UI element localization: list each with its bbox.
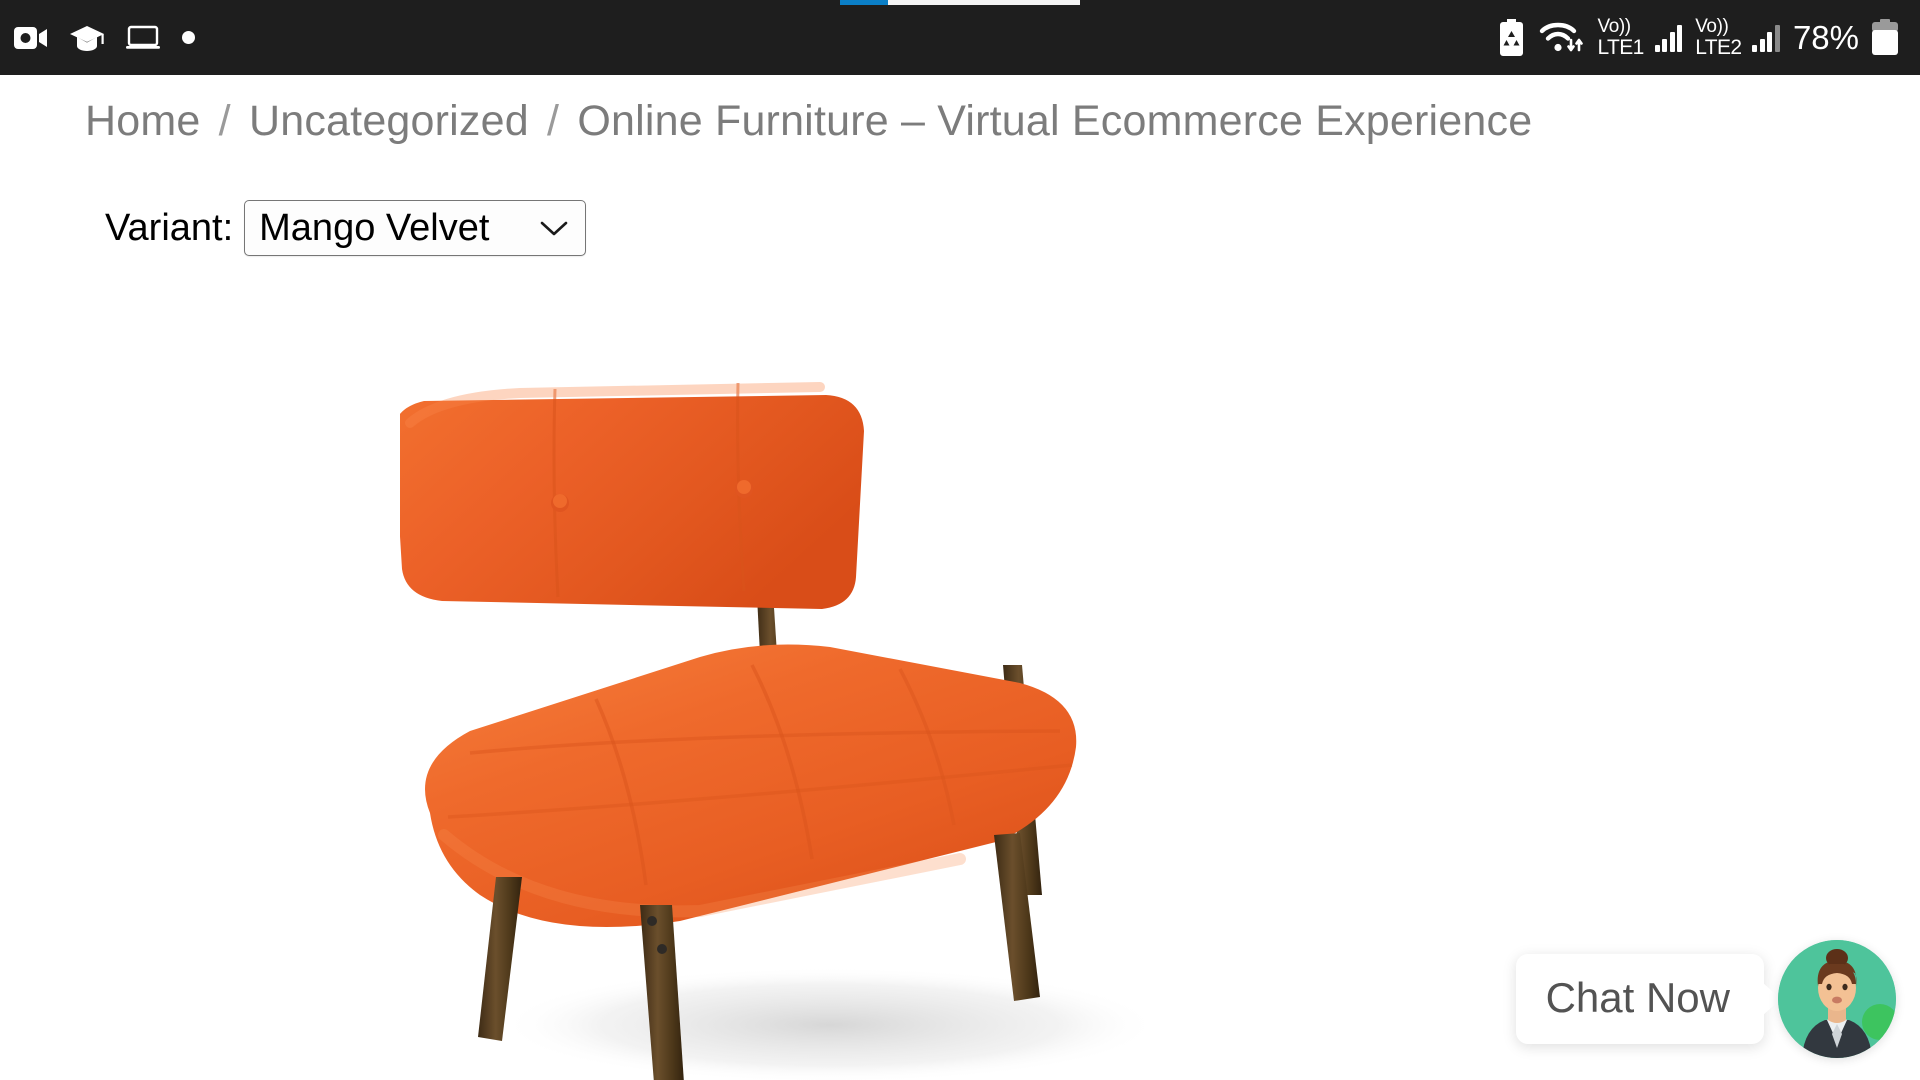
battery-saver-icon (1498, 19, 1525, 56)
wifi-icon (1538, 20, 1584, 56)
sim1-lte-label: LTE1 (1597, 36, 1644, 59)
status-bar-left-group (14, 24, 195, 52)
breadcrumb-item-uncategorized[interactable]: Uncategorized (249, 97, 529, 145)
sim2-lte-label: LTE2 (1695, 36, 1742, 59)
sim1-network-indicator: Vo)) LTE1 (1597, 16, 1644, 59)
sim1-signal-bars-icon (1654, 24, 1683, 52)
page-load-progress-bar (840, 0, 1080, 5)
breadcrumb: Home / Uncategorized / Online Furniture … (85, 97, 1532, 146)
breadcrumb-separator: / (547, 97, 560, 145)
product-page: Home / Uncategorized / Online Furniture … (0, 75, 1920, 1080)
breadcrumb-item-home[interactable]: Home (85, 97, 201, 145)
sim2-network-indicator: Vo)) LTE2 (1695, 16, 1742, 59)
graduation-cap-icon (70, 24, 104, 52)
online-status-dot (1862, 1004, 1896, 1040)
breadcrumb-separator: / (218, 97, 231, 145)
chat-now-label: Chat Now (1545, 974, 1730, 1021)
laptop-icon (126, 25, 160, 51)
variant-label: Variant: (105, 206, 234, 249)
android-status-bar: Vo)) LTE1 Vo)) LTE2 78% (0, 0, 1920, 75)
sim2-signal-bars-icon (1752, 24, 1780, 52)
video-camera-icon (14, 25, 48, 51)
chat-widget[interactable]: Chat Now (1515, 940, 1896, 1058)
variant-select-value: Mango Velvet (259, 206, 490, 249)
battery-icon (1872, 19, 1898, 56)
variant-selector-row: Variant: Mango Velvet (105, 200, 587, 256)
sim1-volte-label: Vo)) (1597, 16, 1631, 37)
sim2-volte-label: Vo)) (1695, 16, 1729, 37)
chat-bubble[interactable]: Chat Now (1515, 954, 1764, 1044)
battery-percent-label: 78% (1792, 18, 1859, 56)
chevron-down-icon (537, 217, 571, 239)
product-image[interactable] (393, 365, 1200, 1080)
page-load-progress-fill (840, 0, 888, 5)
support-agent-avatar[interactable] (1778, 940, 1896, 1058)
notification-dot-icon (182, 31, 195, 44)
breadcrumb-item-current: Online Furniture – Virtual Ecommerce Exp… (577, 97, 1533, 145)
variant-select[interactable]: Mango Velvet (244, 200, 587, 256)
status-bar-right-group: Vo)) LTE1 Vo)) LTE2 78% (1498, 17, 1898, 58)
